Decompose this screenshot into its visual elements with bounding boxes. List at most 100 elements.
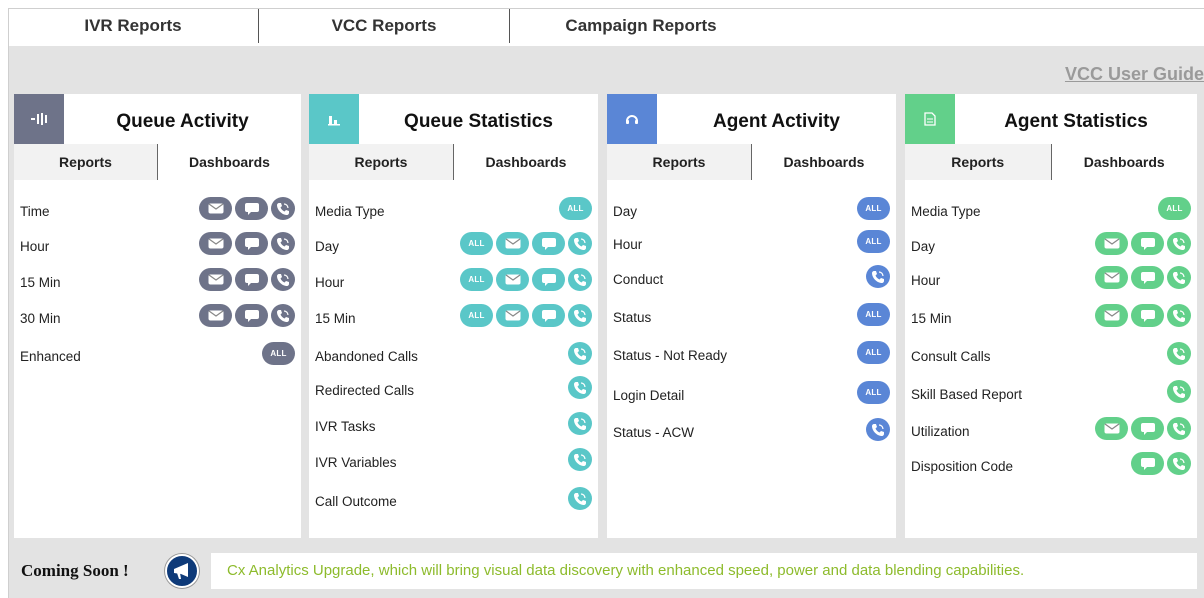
email-icon-button[interactable] <box>199 197 232 220</box>
report-row: IVR Tasks <box>309 412 598 442</box>
voice-call-icon-button[interactable] <box>568 232 592 255</box>
email-icon-button[interactable] <box>496 268 529 291</box>
all-badge-button[interactable]: ALL <box>460 232 493 255</box>
email-icon-button[interactable] <box>496 304 529 327</box>
chat-icon <box>244 309 259 322</box>
voice-call-icon-button[interactable] <box>568 376 592 399</box>
voice-call-icon-button[interactable] <box>271 268 295 291</box>
report-label: Day <box>315 239 340 254</box>
subtab-dashboards[interactable]: Dashboards <box>1051 144 1197 180</box>
voice-call-icon-button[interactable] <box>1167 342 1191 365</box>
chat-icon-button[interactable] <box>1131 304 1164 327</box>
all-badge-button[interactable]: ALL <box>857 381 890 404</box>
email-icon-button[interactable] <box>496 232 529 255</box>
report-label: Disposition Code <box>911 459 1014 474</box>
voice-call-icon-button[interactable] <box>271 197 295 220</box>
all-badge-button[interactable]: ALL <box>460 268 493 291</box>
chat-icon-button[interactable] <box>235 197 268 220</box>
email-icon-button[interactable] <box>1095 232 1128 255</box>
report-row: Day <box>905 232 1197 262</box>
all-badge-button[interactable]: ALL <box>559 197 592 220</box>
report-row: Status - Not Ready ALL <box>607 341 896 371</box>
all-badge-button[interactable]: ALL <box>460 304 493 327</box>
bars-icon <box>14 94 64 144</box>
voice-call-icon-button[interactable] <box>1167 266 1191 289</box>
chat-icon <box>244 273 259 286</box>
voice-call-icon-button[interactable] <box>568 342 592 365</box>
report-icons: ALL <box>857 303 890 326</box>
tab-campaign-reports[interactable]: Campaign Reports <box>511 9 771 47</box>
tab-ivr-reports[interactable]: IVR Reports <box>9 9 257 47</box>
email-icon-button[interactable] <box>1095 304 1128 327</box>
subtab-reports[interactable]: Reports <box>14 144 158 180</box>
email-icon-button[interactable] <box>199 304 232 327</box>
voice-call-icon-button[interactable] <box>568 448 592 471</box>
voice-call-icon-button[interactable] <box>271 232 295 255</box>
subtab-reports[interactable]: Reports <box>905 144 1052 180</box>
chat-icon-button[interactable] <box>235 268 268 291</box>
all-label: ALL <box>865 310 882 319</box>
voice-call-icon-button[interactable] <box>866 265 890 288</box>
voice-call-icon-button[interactable] <box>568 487 592 510</box>
voice-call-icon <box>1172 385 1186 399</box>
voice-call-icon-button[interactable] <box>1167 304 1191 327</box>
chat-icon-button[interactable] <box>1131 266 1164 289</box>
email-icon-button[interactable] <box>199 232 232 255</box>
report-icons <box>199 304 295 327</box>
chat-icon-button[interactable] <box>1131 232 1164 255</box>
chat-icon-button[interactable] <box>532 268 565 291</box>
voice-call-icon-button[interactable] <box>568 412 592 435</box>
chat-icon <box>541 273 556 286</box>
panel-subtabs: Reports Dashboards <box>905 144 1197 180</box>
report-icons <box>1095 266 1191 289</box>
voice-call-icon-button[interactable] <box>568 268 592 291</box>
chat-icon-button[interactable] <box>532 232 565 255</box>
tab-vcc-reports[interactable]: VCC Reports <box>258 9 510 51</box>
report-icons <box>1167 380 1191 403</box>
voice-call-icon-button[interactable] <box>1167 380 1191 403</box>
report-label: Redirected Calls <box>315 383 415 398</box>
chat-icon-button[interactable] <box>235 304 268 327</box>
report-label: Abandoned Calls <box>315 349 418 364</box>
email-icon-button[interactable] <box>1095 417 1128 440</box>
all-badge-button[interactable]: ALL <box>857 303 890 326</box>
all-badge-button[interactable]: ALL <box>1158 197 1191 220</box>
voice-call-icon-button[interactable] <box>1167 417 1191 440</box>
chat-icon-button[interactable] <box>235 232 268 255</box>
subtab-reports[interactable]: Reports <box>607 144 752 180</box>
report-icons <box>199 232 295 255</box>
panel-header: Queue Activity <box>14 94 301 144</box>
email-icon-button[interactable] <box>1095 266 1128 289</box>
subtab-dashboards[interactable]: Dashboards <box>752 144 896 180</box>
voice-call-icon-button[interactable] <box>866 418 890 441</box>
voice-call-icon-button[interactable] <box>271 304 295 327</box>
chat-icon-button[interactable] <box>1131 417 1164 440</box>
voice-call-icon-button[interactable] <box>1167 232 1191 255</box>
chat-icon-button[interactable] <box>1131 452 1164 475</box>
voice-call-icon-button[interactable] <box>1167 452 1191 475</box>
subtab-dashboards[interactable]: Dashboards <box>158 144 301 180</box>
voice-call-icon-button[interactable] <box>568 304 592 327</box>
report-row: Hour <box>905 266 1197 296</box>
subtab-reports[interactable]: Reports <box>309 144 454 180</box>
all-badge-button[interactable]: ALL <box>857 341 890 364</box>
subtab-dashboards[interactable]: Dashboards <box>454 144 598 180</box>
voice-call-icon <box>871 423 885 437</box>
all-badge-button[interactable]: ALL <box>262 342 295 365</box>
all-badge-button[interactable]: ALL <box>857 197 890 220</box>
report-label: Day <box>911 239 936 254</box>
chat-icon <box>1140 309 1155 322</box>
all-label: ALL <box>1166 204 1183 213</box>
report-row: Media Type ALL <box>905 197 1197 227</box>
report-row: 15 Min ALL <box>309 304 598 334</box>
all-label: ALL <box>865 388 882 397</box>
email-icon-button[interactable] <box>199 268 232 291</box>
all-badge-button[interactable]: ALL <box>857 230 890 253</box>
chat-icon-button[interactable] <box>532 304 565 327</box>
vcc-user-guide-link[interactable]: VCC User Guide <box>1065 64 1204 85</box>
report-row: Login Detail ALL <box>607 381 896 411</box>
report-label: Conduct <box>613 272 664 287</box>
megaphone-icon <box>165 554 199 588</box>
all-label: ALL <box>468 311 485 320</box>
report-row: 30 Min <box>14 304 301 334</box>
